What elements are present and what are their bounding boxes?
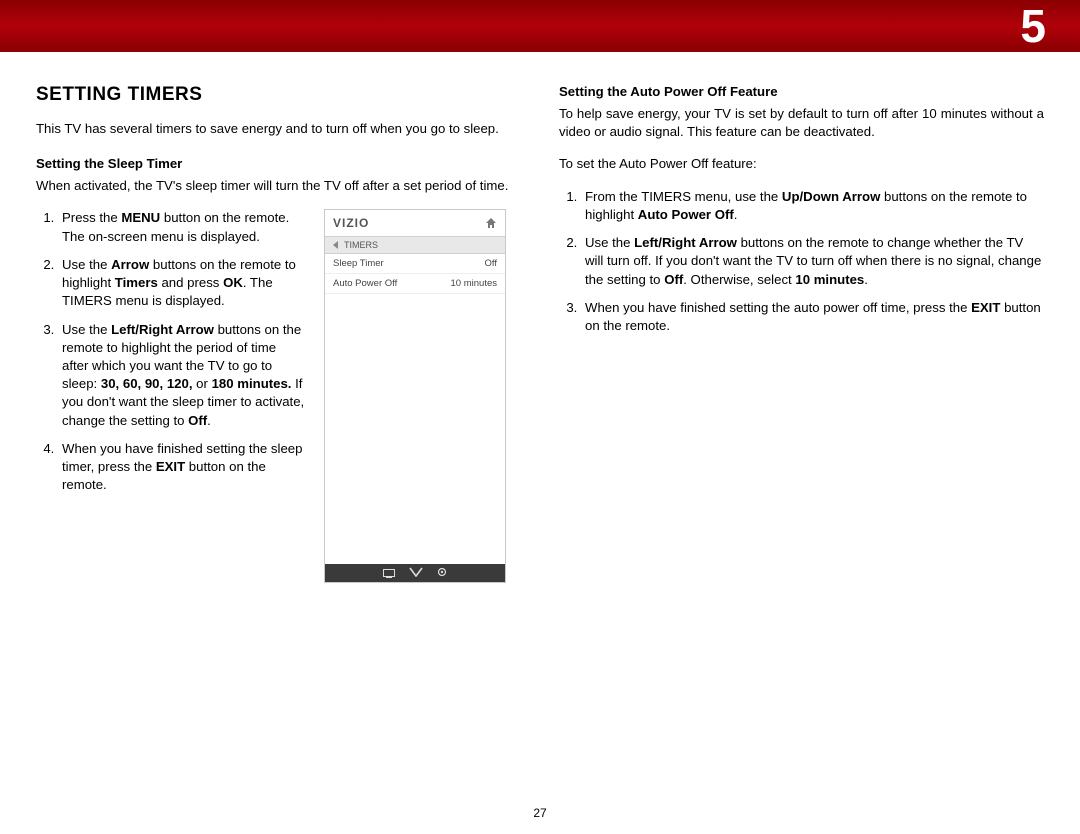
menu-label: Sleep Timer	[333, 258, 384, 269]
menu-row-sleep-timer: Sleep Timer Off	[325, 254, 505, 274]
wide-icon	[383, 569, 395, 577]
breadcrumb-label: TIMERS	[344, 240, 378, 250]
step-3: Use the Left/Right Arrow buttons on the …	[58, 321, 306, 430]
right-column: Setting the Auto Power Off Feature To he…	[559, 84, 1044, 583]
manual-page: 5 SETTING TIMERS This TV has several tim…	[0, 0, 1080, 834]
vizio-logo: VIZIO	[333, 216, 369, 230]
subheading-auto-power-off: Setting the Auto Power Off Feature	[559, 84, 1044, 99]
steps-and-screenshot: Press the MENU button on the remote. The…	[36, 209, 521, 583]
menu-row-auto-power-off: Auto Power Off 10 minutes	[325, 274, 505, 294]
menu-value: Off	[485, 258, 498, 269]
v-icon	[409, 567, 423, 579]
sleep-timer-steps: Press the MENU button on the remote. The…	[36, 209, 306, 504]
back-triangle-icon	[333, 241, 338, 249]
step-4: When you have finished setting the sleep…	[58, 440, 306, 495]
apo-step-1: From the TIMERS menu, use the Up/Down Ar…	[581, 188, 1044, 224]
chapter-header-bar: 5	[0, 0, 1080, 52]
intro-paragraph: This TV has several timers to save energ…	[36, 120, 521, 138]
step-1: Press the MENU button on the remote. The…	[58, 209, 306, 245]
home-icon	[485, 217, 497, 229]
breadcrumb: TIMERS	[325, 237, 505, 254]
sleep-timer-body: When activated, the TV's sleep timer wil…	[36, 177, 521, 195]
subheading-sleep-timer: Setting the Sleep Timer	[36, 156, 521, 171]
gear-icon	[437, 567, 447, 579]
apo-step-2: Use the Left/Right Arrow buttons on the …	[581, 234, 1044, 289]
menu-value: 10 minutes	[451, 278, 497, 289]
chapter-number: 5	[1020, 0, 1046, 52]
auto-power-off-steps: From the TIMERS menu, use the Up/Down Ar…	[559, 188, 1044, 336]
auto-power-off-intro: To help save energy, your TV is set by d…	[559, 105, 1044, 141]
page-number: 27	[0, 806, 1080, 820]
timers-menu-screenshot: VIZIO TIMERS Sleep Timer Off	[324, 209, 506, 583]
menu-empty-area	[325, 294, 505, 564]
two-column-layout: SETTING TIMERS This TV has several timer…	[0, 52, 1080, 583]
section-heading: SETTING TIMERS	[36, 84, 521, 106]
apo-step-3: When you have finished setting the auto …	[581, 299, 1044, 335]
vizio-footer	[325, 564, 505, 582]
left-column: SETTING TIMERS This TV has several timer…	[36, 84, 521, 583]
menu-label: Auto Power Off	[333, 278, 397, 289]
auto-power-off-lead: To set the Auto Power Off feature:	[559, 155, 1044, 173]
menu-rows: Sleep Timer Off Auto Power Off 10 minute…	[325, 254, 505, 294]
step-2: Use the Arrow buttons on the remote to h…	[58, 256, 306, 311]
vizio-header: VIZIO	[325, 210, 505, 237]
